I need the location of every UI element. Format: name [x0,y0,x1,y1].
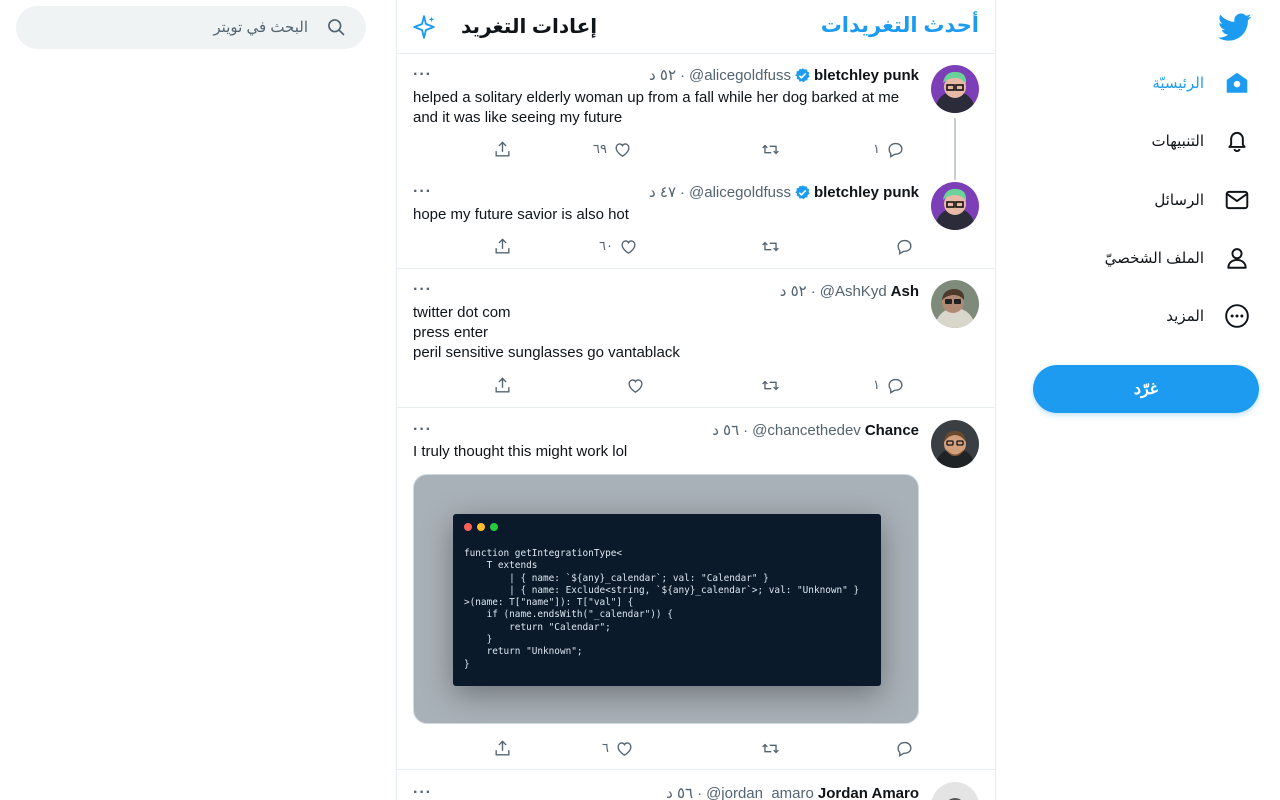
code-line: } [464,658,470,670]
like-count: ٦ [602,740,609,755]
tweet-time[interactable]: ٥٦ د [666,784,693,800]
heart-icon [617,741,632,756]
home-icon [1224,70,1250,96]
mail-icon [1224,187,1250,213]
tweet-image[interactable]: function getIntegrationType< T extends |… [413,474,919,724]
tweet-author-name[interactable]: Jordan Amaro [818,785,919,800]
minimize-dot [477,523,485,531]
sidebar-item-label: المزيد [1166,308,1204,325]
sidebar-item-notifications[interactable]: التنبيهات [1040,117,1250,165]
more-icon[interactable]: ··· [413,785,433,800]
reply-icon [897,741,912,757]
tweet[interactable]: ··· ٥٦ د · @chancethedev Chance I truly … [397,0,995,769]
like-button[interactable]: ٦ [602,737,634,759]
code-line: T extends [464,560,538,572]
avatar[interactable] [931,420,979,468]
tweet-button[interactable]: غرّد [1033,365,1259,413]
tweet[interactable]: ··· ٥٦ د · @jordan_amaro Jordan Amaro [397,770,995,800]
profile-icon [1224,245,1250,271]
code-screenshot: function getIntegrationType< T extends |… [453,514,881,686]
more-icon[interactable]: ··· [413,422,433,443]
share-button[interactable] [493,737,512,759]
close-dot [464,523,472,531]
sidebar-item-label: الرئيسيّة [1152,75,1204,92]
code-line: >(name: T["name"]): T["val"] { [464,597,634,609]
maximize-dot [490,523,498,531]
retweet-button[interactable] [761,737,780,759]
code-line: } [464,634,493,646]
sidebar-nav: الرئيسيّة التنبيهات الرسائل الملف الشخصي… [1000,0,1280,800]
search-input[interactable] [16,6,366,49]
retweet-icon [762,743,779,753]
window-controls [464,523,498,531]
sidebar-item-label: التنبيهات [1151,133,1204,150]
code-line: | { name: `${any}_calendar`; val: "Calen… [464,572,769,584]
search-box[interactable] [16,6,366,49]
share-icon [495,739,510,756]
reply-button[interactable] [895,737,914,759]
sidebar-item-label: الرسائل [1154,192,1204,209]
search-icon [328,19,345,36]
sidebar-item-home[interactable]: الرئيسيّة [1040,59,1250,107]
tweet-header: ٥٦ د · @chancethedev Chance [712,421,919,440]
sidebar-item-profile[interactable]: الملف الشخصيّ [1040,234,1250,282]
code-line: return "Unknown"; [464,646,583,658]
bell-icon [1224,128,1250,154]
code-line: function getIntegrationType< [464,548,623,559]
tweet-handle[interactable]: @jordan_amaro [706,785,814,800]
tweet-author-name[interactable]: Chance [865,422,919,439]
code-line: | { name: Exclude<string, `${any}_calend… [464,584,860,596]
tweet-time[interactable]: ٥٦ د [712,421,739,439]
sidebar-item-label: الملف الشخصيّ [1104,250,1204,267]
twitter-bird-icon[interactable] [1218,10,1252,44]
more-circle-icon [1224,303,1250,329]
tweet-handle[interactable]: @chancethedev [752,422,861,439]
tweet-actions: ٦ [493,737,919,759]
sidebar-item-messages[interactable]: الرسائل [1040,176,1250,224]
timeline-column: أحدث التغريدات إعادات التغريد ··· ٥٢ د ·… [396,0,996,800]
sidebar-item-more[interactable]: المزيد [1040,292,1250,340]
code-line: if (name.endsWith("_calendar")) { [464,609,673,621]
tweet-text: I truly thought this might work lol [413,443,628,460]
code-line: return "Calendar"; [464,621,611,633]
tweet-header: ٥٦ د · @jordan_amaro Jordan Amaro [666,784,919,800]
code-block: function getIntegrationType< T extends |… [464,548,859,671]
avatar[interactable] [931,782,979,800]
